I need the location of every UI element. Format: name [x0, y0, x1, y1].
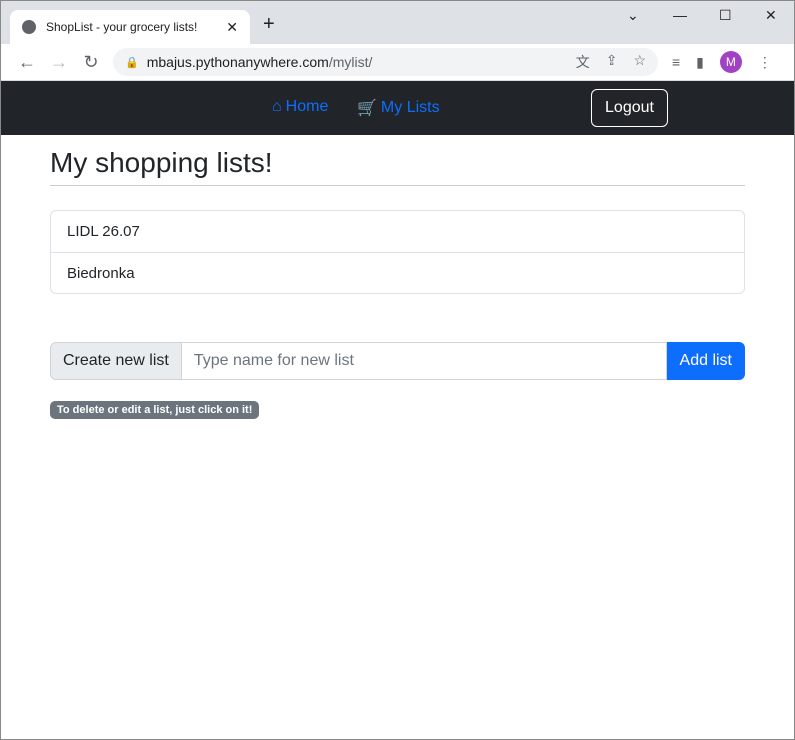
media-icon[interactable]: ≡ [672, 54, 680, 70]
globe-icon [22, 20, 36, 34]
create-list-group: Create new list Add list [50, 342, 745, 380]
close-tab-icon[interactable]: ✕ [226, 19, 238, 36]
nav-my-lists[interactable]: 🛒 My Lists [357, 98, 440, 118]
url-bar[interactable]: 🔒 mbajus.pythonanywhere.com/mylist/ 文 ⇪ ☆ [113, 48, 658, 76]
minimize-button[interactable]: — [673, 7, 687, 23]
browser-tab[interactable]: ShopList - your grocery lists! ✕ [10, 10, 250, 44]
list-item[interactable]: Biedronka [51, 252, 744, 293]
address-bar-row: ← → ↻ 🔒 mbajus.pythonanywhere.com/mylist… [1, 44, 794, 81]
add-list-button[interactable]: Add list [666, 342, 745, 380]
menu-icon[interactable]: ⋮ [758, 54, 772, 71]
nav-home[interactable]: ⌂ Home [272, 98, 328, 116]
hint-badge: To delete or edit a list, just click on … [50, 401, 260, 419]
reload-icon[interactable]: ↻ [75, 52, 107, 73]
nav-home-label: Home [285, 98, 329, 115]
close-window-button[interactable]: ✕ [765, 7, 777, 24]
new-tab-button[interactable]: + [263, 13, 275, 36]
share-icon[interactable]: ⇪ [606, 52, 618, 72]
cart-icon: 🛒 [357, 100, 377, 117]
create-list-label: Create new list [50, 342, 182, 380]
tab-title: ShopList - your grocery lists! [46, 20, 198, 34]
tab-search-icon[interactable]: ⌄ [627, 7, 639, 24]
star-icon[interactable]: ☆ [633, 52, 646, 72]
back-icon[interactable]: ← [11, 52, 43, 73]
forward-icon[interactable]: → [43, 52, 75, 73]
maximize-button[interactable]: ☐ [719, 7, 732, 24]
shopping-list: LIDL 26.07 Biedronka [50, 210, 745, 294]
lock-icon: 🔒 [125, 56, 139, 69]
page-title: My shopping lists! [50, 147, 745, 186]
avatar[interactable]: M [719, 51, 742, 73]
browser-tab-bar: ShopList - your grocery lists! ✕ + ⌄ — ☐… [1, 1, 794, 44]
list-item[interactable]: LIDL 26.07 [51, 211, 744, 252]
house-icon: ⌂ [272, 98, 282, 115]
navbar: ⌂ Home 🛒 My Lists Logout [1, 81, 794, 135]
nav-my-lists-label: My Lists [380, 99, 440, 116]
translate-icon[interactable]: 文 [576, 52, 590, 72]
logout-button[interactable]: Logout [591, 89, 668, 127]
url-path: /mylist/ [328, 54, 373, 70]
side-panel-icon[interactable]: ▮ [696, 54, 704, 71]
url-host: mbajus.pythonanywhere.com [146, 54, 329, 70]
new-list-name-input[interactable] [181, 342, 667, 380]
